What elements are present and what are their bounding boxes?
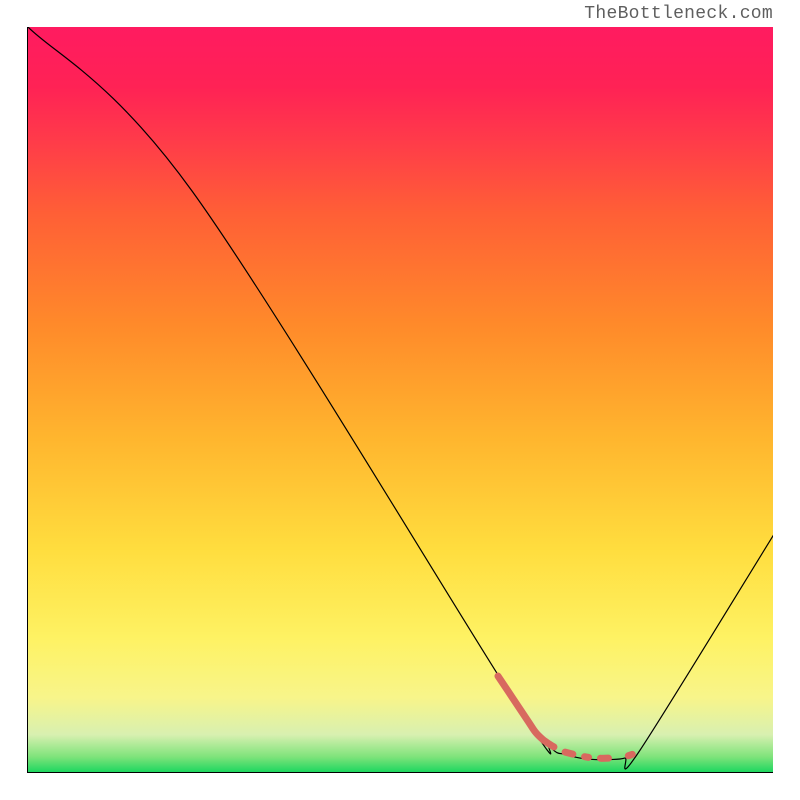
series-highlight-segment [498, 676, 554, 747]
attribution-text: TheBottleneck.com [584, 4, 773, 24]
chart-svg-layer [28, 27, 773, 773]
series-bottleneck-curve [28, 27, 773, 769]
chart-plot-area [27, 27, 773, 773]
